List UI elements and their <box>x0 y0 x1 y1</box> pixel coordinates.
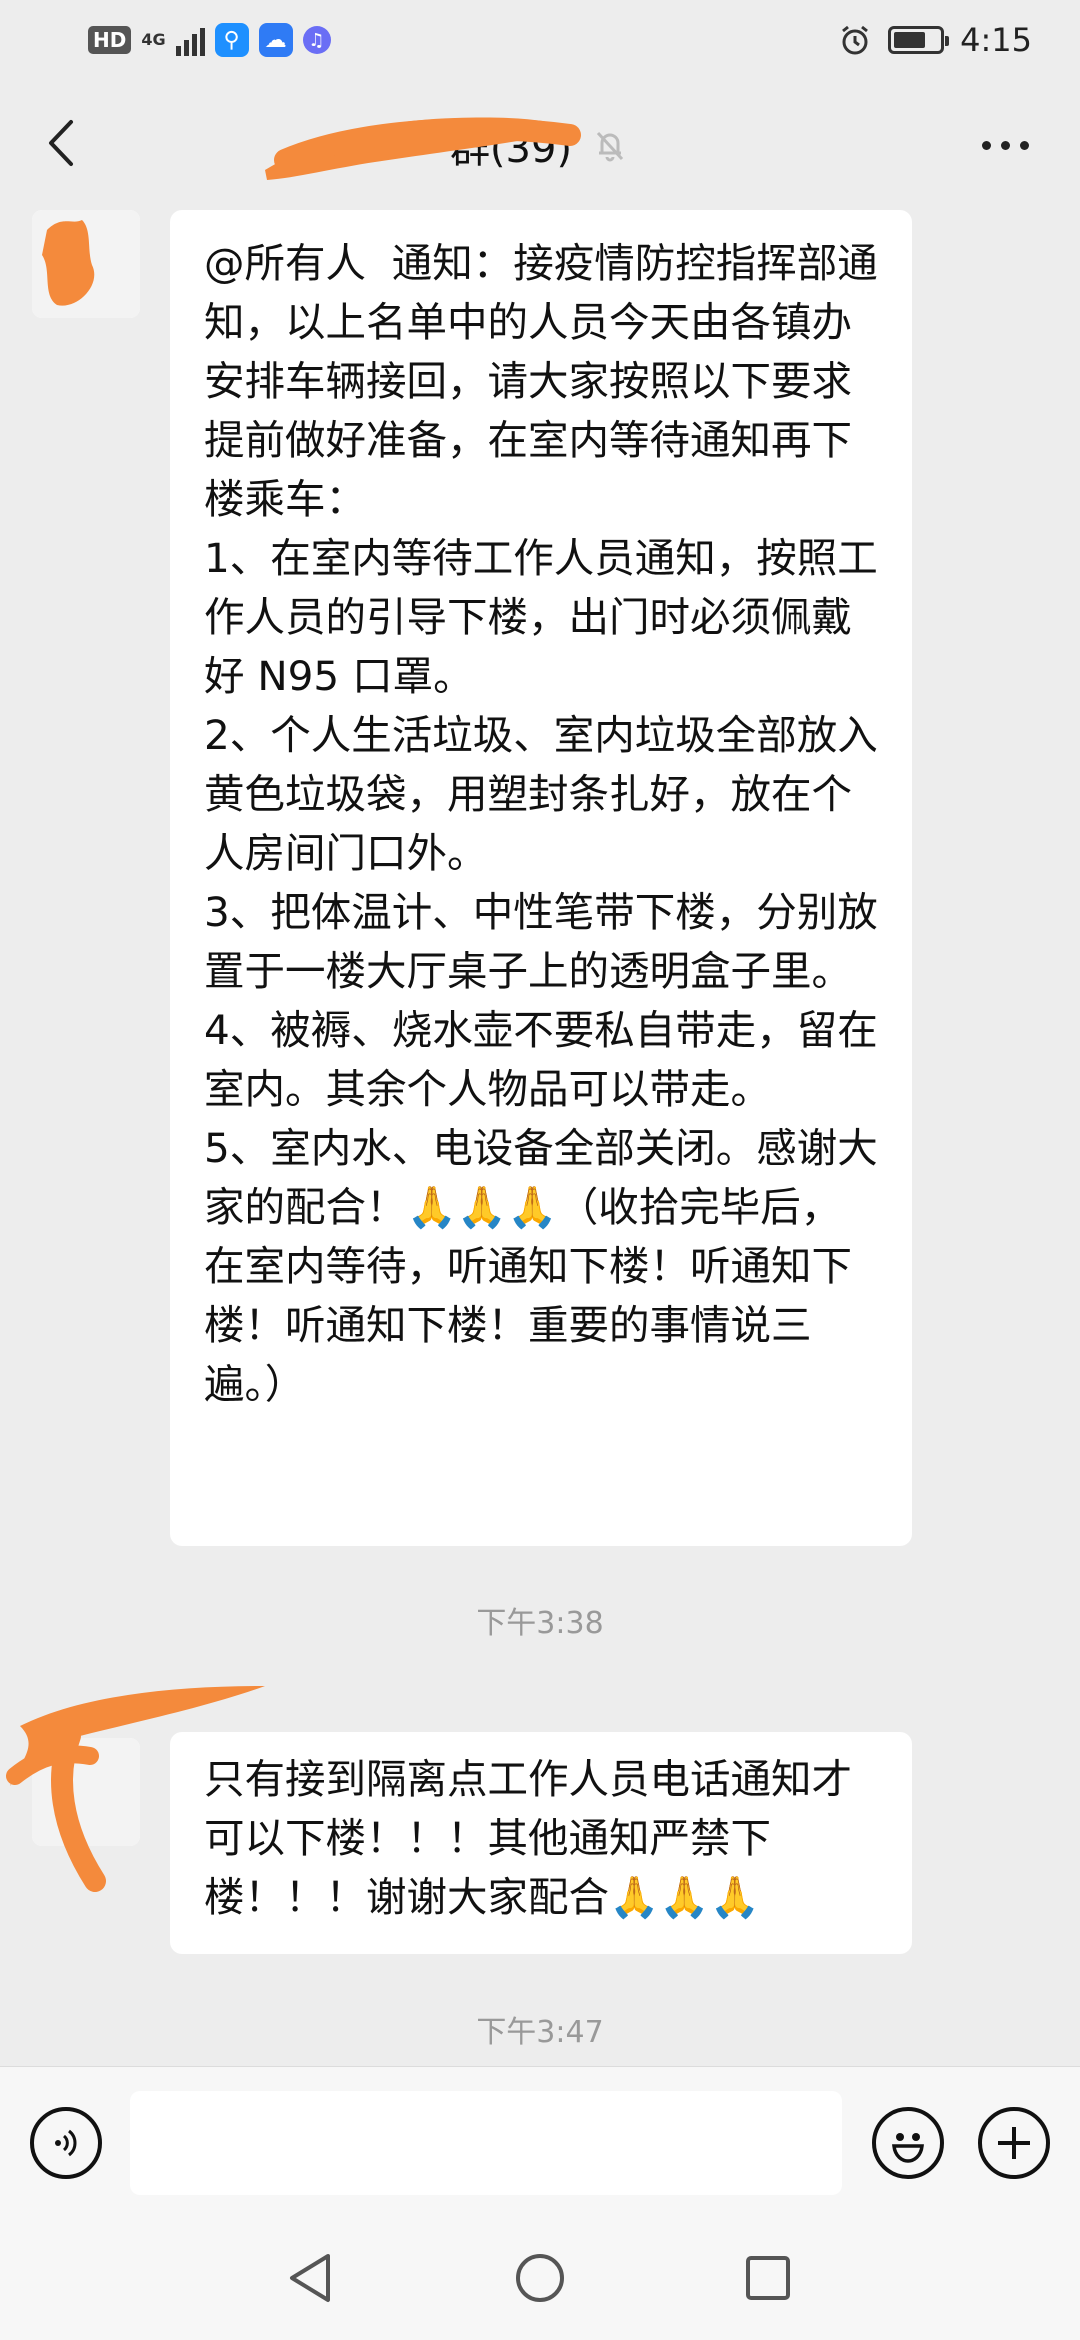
status-time: 4:15 <box>960 21 1032 59</box>
chevron-left-icon <box>49 120 73 166</box>
weather-app-icon: ☁ <box>258 23 293 57</box>
network-type: 4G <box>141 30 166 49</box>
chat-area[interactable]: @所有人 通知：接疫情防控指挥部通知，以上名单中的人员今天由各镇办安排车辆接回，… <box>0 210 1080 2066</box>
chat-title: 群(39) <box>449 126 573 172</box>
alarm-icon <box>842 25 869 55</box>
plus-icon <box>998 2127 1030 2159</box>
bell-off-icon <box>596 131 624 162</box>
message-input[interactable] <box>130 2091 842 2195</box>
header-title-group: 群(39) <box>450 116 630 174</box>
voice-icon <box>55 2129 77 2157</box>
message-bubble[interactable]: @所有人 通知：接疫情防控指挥部通知，以上名单中的人员今天由各镇办安排车辆接回，… <box>170 210 912 1546</box>
more-button[interactable] <box>970 120 1040 170</box>
dot-icon <box>981 140 991 150</box>
plus-button[interactable] <box>978 2107 1050 2179</box>
search-app-icon: ⚲ <box>214 23 249 57</box>
dot-icon <box>1000 140 1010 150</box>
nav-recents-button[interactable] <box>740 2248 796 2308</box>
battery-icon <box>888 26 950 54</box>
nav-home-button[interactable] <box>512 2248 568 2308</box>
status-left: HD 4G ⚲ ☁ ♫ <box>88 23 331 57</box>
dot-icon <box>1019 140 1029 150</box>
emoji-icon <box>892 2133 924 2163</box>
hd-badge: HD <box>88 26 132 54</box>
status-bar: HD 4G ⚲ ☁ ♫ 4:15 <box>0 0 1080 80</box>
back-button[interactable] <box>30 113 90 173</box>
music-app-icon: ♫ <box>302 26 331 54</box>
avatar[interactable] <box>32 210 140 318</box>
voice-button[interactable] <box>30 2107 102 2179</box>
emoji-button[interactable] <box>872 2107 944 2179</box>
status-right: 4:15 <box>838 21 1032 59</box>
nav-back-button[interactable] <box>282 2248 338 2308</box>
message-bubble[interactable]: 只有接到隔离点工作人员电话通知才可以下楼！！！其他通知严禁下楼！！！谢谢大家配合… <box>170 1732 912 1954</box>
input-bar <box>0 2066 1080 2226</box>
timestamp: 下午3:38 <box>476 1606 604 1641</box>
signal-icon <box>175 24 205 56</box>
chat-header: 群(39) <box>0 80 1080 210</box>
timestamp: 下午3:47 <box>476 2015 604 2050</box>
system-nav-bar <box>0 2226 1080 2340</box>
avatar[interactable] <box>32 1738 140 1846</box>
